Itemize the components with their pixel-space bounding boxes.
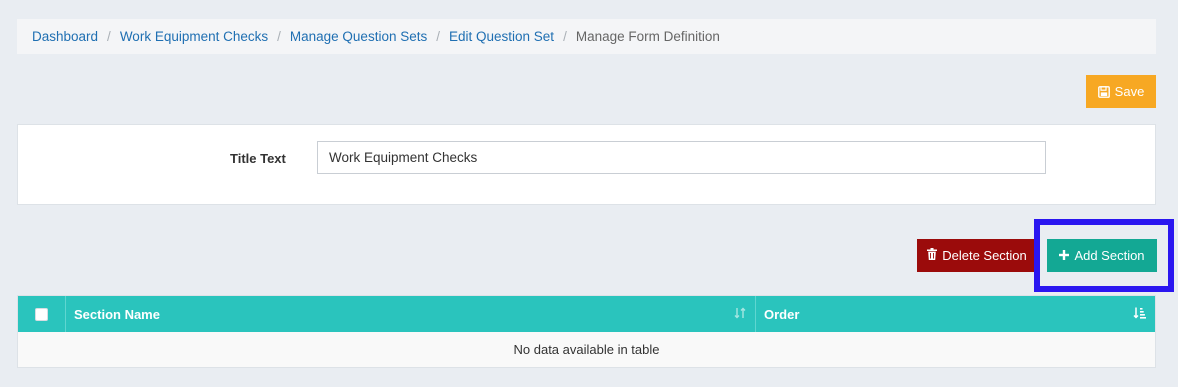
title-text-label: Title Text [230, 151, 286, 166]
plus-icon [1059, 248, 1070, 263]
breadcrumb-link-dashboard[interactable]: Dashboard [32, 29, 98, 44]
select-all-checkbox[interactable] [35, 307, 48, 321]
column-label-section-name: Section Name [74, 306, 160, 322]
breadcrumb-separator: / [107, 29, 111, 44]
sort-both-icon [734, 307, 746, 322]
save-button-label: Save [1114, 84, 1145, 99]
table-header: Section Name Order [18, 296, 1155, 332]
sections-table: Section Name Order No data available in … [17, 295, 1156, 368]
sort-amount-asc-icon [1133, 307, 1146, 322]
column-label-order: Order [764, 306, 800, 322]
column-header-section-name[interactable]: Section Name [66, 296, 756, 332]
add-section-button[interactable]: Add Section [1047, 239, 1157, 272]
breadcrumb-link-work-equipment-checks[interactable]: Work Equipment Checks [120, 29, 268, 44]
table-body: No data available in table [18, 332, 1155, 367]
breadcrumb-current: Manage Form Definition [575, 29, 720, 44]
breadcrumb-link-edit-question-set[interactable]: Edit Question Set [449, 29, 554, 44]
empty-table-message: No data available in table [18, 332, 1155, 367]
breadcrumb: Dashboard / Work Equipment Checks / Mana… [17, 19, 1156, 54]
save-button[interactable]: Save [1086, 75, 1156, 108]
column-header-order[interactable]: Order [756, 296, 1155, 332]
breadcrumb-separator: / [436, 29, 440, 44]
breadcrumb-separator: / [563, 29, 567, 44]
title-text-input[interactable] [317, 141, 1046, 174]
delete-section-label: Delete Section [942, 248, 1027, 263]
delete-section-button[interactable]: Delete Section [917, 239, 1037, 272]
trash-icon [927, 248, 938, 263]
breadcrumb-link-manage-question-sets[interactable]: Manage Question Sets [290, 29, 427, 44]
floppy-disk-icon [1097, 85, 1110, 98]
add-section-label: Add Section [1074, 248, 1145, 263]
breadcrumb-separator: / [277, 29, 281, 44]
title-form-panel: Title Text [17, 124, 1156, 205]
select-all-cell [18, 296, 66, 332]
